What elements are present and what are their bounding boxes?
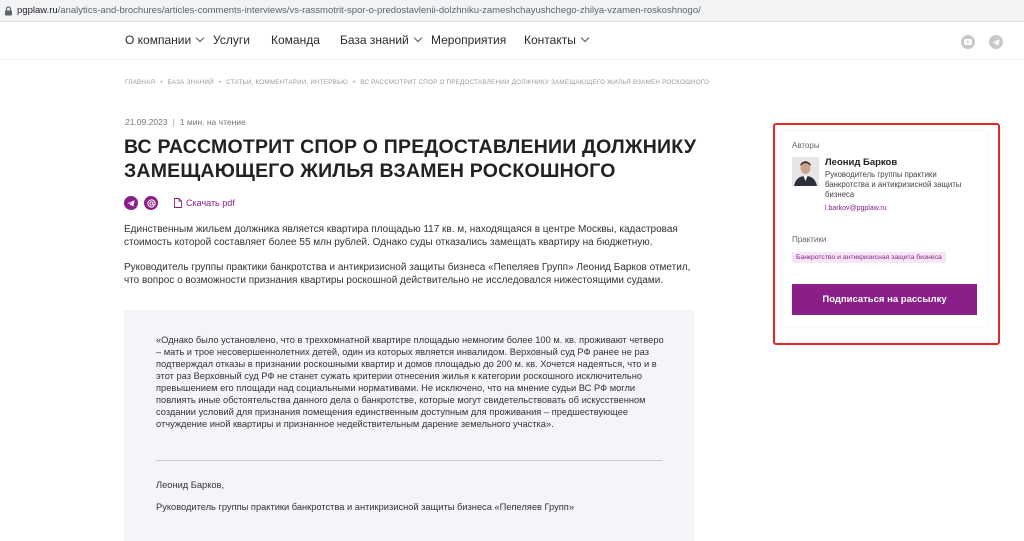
nav-item-label: Услуги [213, 33, 250, 47]
breadcrumb: ГЛАВНАЯ • БАЗА ЗНАНИЙ • СТАТЬИ, КОММЕНТА… [125, 79, 712, 86]
nav-item-label: Контакты [524, 33, 576, 47]
read-time: 1 мин. на чтение [179, 117, 246, 127]
avatar[interactable] [792, 157, 819, 186]
breadcrumb-separator: • [218, 79, 222, 86]
nav-item-team[interactable]: Команда [271, 33, 320, 47]
chevron-down-icon [580, 33, 590, 43]
url-path: /analytics-and-brochures/articles-commen… [57, 5, 701, 16]
practices-label: Практики [792, 235, 827, 244]
practice-tag[interactable]: Банкротство и антикризисная защита бизне… [792, 252, 946, 263]
telegram-icon[interactable] [989, 35, 1003, 49]
subscribe-button[interactable]: Подписаться на рассылку [792, 284, 977, 315]
breadcrumb-item-home[interactable]: ГЛАВНАЯ [125, 79, 155, 86]
nav-item-label: Мероприятия [431, 33, 507, 47]
breadcrumb-item-articles[interactable]: СТАТЬИ, КОММЕНТАРИИ, ИНТЕРВЬЮ [226, 79, 348, 86]
breadcrumb-separator: • [160, 79, 163, 86]
breadcrumb-item-current: ВС РАССМОТРИТ СПОР О ПРЕДОСТАВЛЕНИИ ДОЛЖ… [360, 79, 710, 86]
article-meta: 21.09.2023 | 1 мин. на чтение [125, 117, 246, 127]
nav-item-label: Команда [271, 33, 320, 47]
document-icon [174, 198, 182, 208]
nav-item-label: О компании [125, 33, 192, 47]
nav-item-services[interactable]: Услуги [213, 33, 250, 47]
lock-icon [4, 5, 14, 16]
quote-block: «Однако было установлено, что в трехкомн… [124, 310, 694, 541]
main-nav: О компании Услуги Команда База знаний Ме… [0, 22, 1024, 60]
share-email-button[interactable] [144, 196, 158, 210]
meta-separator: | [172, 117, 175, 127]
authors-label: Авторы [792, 141, 820, 150]
url-host: pgplaw.ru [17, 5, 58, 16]
nav-item-knowledge-base[interactable]: База знаний [340, 33, 423, 47]
telegram-icon [127, 199, 135, 207]
page-title: ВС РАССМОТРИТ СПОР О ПРЕДОСТАВЛЕНИИ ДОЛЖ… [124, 136, 697, 182]
youtube-icon[interactable] [961, 35, 975, 49]
address-bar[interactable]: pgplaw.ru/analytics-and-brochures/articl… [0, 0, 1024, 22]
article-paragraph: Единственным жильем должника является кв… [124, 224, 678, 248]
download-pdf-link[interactable]: Скачать pdf [174, 198, 235, 208]
share-telegram-button[interactable] [124, 196, 138, 210]
nav-item-label: База знаний [340, 33, 409, 47]
author-name[interactable]: Леонид Барков [825, 157, 897, 168]
article-date: 21.09.2023 [125, 117, 168, 127]
nav-item-contacts[interactable]: Контакты [524, 33, 590, 47]
quote-text: «Однако было установлено, что в трехкомн… [156, 335, 664, 429]
article-paragraph: Руководитель группы практики банкротства… [124, 262, 691, 286]
quote-author-role: Руководитель группы практики банкротства… [156, 502, 574, 512]
nav-item-events[interactable]: Мероприятия [431, 33, 506, 47]
nav-item-about[interactable]: О компании [125, 33, 205, 47]
quote-divider [156, 460, 662, 461]
author-role: Руководитель группы практики банкротства… [825, 170, 962, 199]
chevron-down-icon [195, 33, 205, 43]
at-sign-icon [146, 198, 156, 208]
download-pdf-label: Скачать pdf [186, 198, 235, 208]
quote-author: Леонид Барков, [156, 480, 225, 490]
chevron-down-icon [413, 33, 423, 43]
author-email-link[interactable]: l.barkov@pgplaw.ru [825, 205, 887, 212]
breadcrumb-item-knowledge-base[interactable]: БАЗА ЗНАНИЙ [168, 79, 214, 86]
breadcrumb-separator: • [352, 79, 356, 86]
